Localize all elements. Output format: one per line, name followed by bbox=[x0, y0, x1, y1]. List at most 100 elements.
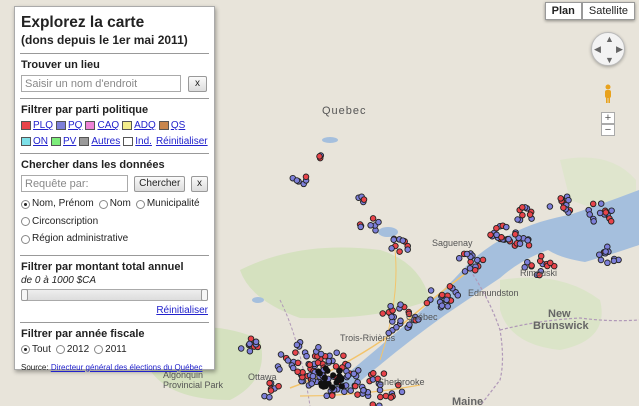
donation-marker[interactable] bbox=[344, 372, 352, 379]
place-input[interactable]: Saisir un nom d'endroit bbox=[21, 75, 181, 92]
party-filter-plq[interactable]: PLQ bbox=[21, 120, 53, 131]
donation-marker[interactable] bbox=[306, 361, 314, 368]
donation-marker[interactable] bbox=[284, 357, 292, 364]
donation-marker[interactable] bbox=[377, 393, 384, 401]
donation-marker[interactable] bbox=[315, 344, 322, 351]
party-filter-pq[interactable]: PQ bbox=[56, 120, 82, 131]
donation-marker[interactable] bbox=[589, 200, 597, 208]
party-label[interactable]: PV bbox=[63, 136, 76, 147]
donation-marker[interactable] bbox=[524, 258, 531, 266]
radio-button[interactable] bbox=[21, 217, 30, 226]
donation-marker[interactable] bbox=[560, 204, 567, 211]
radio-button[interactable] bbox=[21, 234, 30, 244]
donation-marker[interactable] bbox=[474, 256, 481, 264]
place-clear-button[interactable]: x bbox=[188, 75, 207, 92]
radio-button[interactable] bbox=[21, 199, 30, 209]
zoom-in-button[interactable]: + bbox=[601, 112, 615, 124]
party-label[interactable]: Ind. bbox=[135, 136, 152, 147]
donation-marker[interactable] bbox=[503, 223, 510, 231]
donation-marker[interactable] bbox=[344, 362, 352, 369]
amount-reset-link[interactable]: Réinitialiser bbox=[21, 305, 208, 316]
donation-marker[interactable] bbox=[321, 374, 328, 381]
donation-marker[interactable] bbox=[360, 387, 367, 394]
radio-option[interactable]: Nom, Prénom bbox=[21, 196, 94, 212]
donation-marker[interactable] bbox=[597, 256, 605, 264]
radio-option[interactable]: Région administrative bbox=[21, 231, 128, 247]
pan-up-icon[interactable]: ▲ bbox=[605, 34, 614, 44]
donation-marker[interactable] bbox=[596, 209, 604, 217]
donation-marker[interactable] bbox=[309, 372, 317, 380]
donation-marker[interactable] bbox=[323, 392, 330, 400]
amount-slider-max-handle[interactable] bbox=[201, 288, 208, 301]
radio-option[interactable]: 2011 bbox=[94, 344, 127, 355]
donation-marker[interactable] bbox=[607, 218, 615, 225]
donation-marker[interactable] bbox=[586, 211, 593, 218]
party-reset-link[interactable]: Réinitialiser bbox=[156, 136, 208, 147]
donation-marker[interactable] bbox=[493, 224, 500, 232]
donation-marker[interactable] bbox=[329, 384, 336, 391]
party-checkbox[interactable] bbox=[122, 121, 133, 130]
donation-marker[interactable] bbox=[602, 209, 610, 216]
donation-marker[interactable] bbox=[537, 252, 545, 260]
radio-option[interactable]: 2012 bbox=[55, 344, 89, 355]
party-filter-adq[interactable]: ADQ bbox=[122, 120, 156, 131]
donation-marker[interactable] bbox=[294, 368, 301, 375]
donation-marker[interactable] bbox=[479, 256, 487, 264]
party-label[interactable]: ADQ bbox=[134, 120, 156, 131]
donation-marker[interactable] bbox=[293, 341, 301, 349]
donation-marker[interactable] bbox=[325, 357, 333, 365]
donation-marker[interactable] bbox=[602, 248, 609, 255]
donation-marker[interactable] bbox=[565, 196, 572, 204]
donation-marker[interactable] bbox=[340, 352, 347, 359]
donation-marker[interactable] bbox=[292, 349, 299, 356]
donation-marker[interactable] bbox=[438, 302, 446, 309]
party-checkbox[interactable] bbox=[158, 121, 169, 130]
donation-marker[interactable] bbox=[590, 218, 597, 225]
donation-marker[interactable] bbox=[347, 387, 354, 394]
donation-marker[interactable] bbox=[354, 391, 361, 398]
donation-marker[interactable] bbox=[388, 313, 395, 321]
donation-marker[interactable] bbox=[388, 245, 395, 252]
donation-marker[interactable] bbox=[406, 321, 413, 328]
party-filter-ind[interactable]: Ind. bbox=[123, 136, 152, 147]
donation-marker[interactable] bbox=[397, 301, 404, 308]
donation-marker[interactable] bbox=[370, 370, 377, 377]
donation-marker[interactable] bbox=[316, 370, 323, 377]
donation-marker[interactable] bbox=[387, 302, 394, 310]
donation-marker[interactable] bbox=[330, 372, 337, 379]
donation-marker[interactable] bbox=[526, 211, 534, 218]
donation-marker[interactable] bbox=[393, 324, 400, 331]
donation-marker[interactable] bbox=[461, 268, 469, 275]
satellite-button[interactable]: Satellite bbox=[581, 2, 635, 20]
party-label[interactable]: Autres bbox=[91, 136, 120, 147]
donation-marker[interactable] bbox=[404, 246, 411, 253]
donation-marker[interactable] bbox=[546, 203, 554, 210]
radio-option[interactable]: Nom bbox=[98, 196, 131, 212]
donation-marker[interactable] bbox=[360, 196, 368, 203]
donation-marker[interactable] bbox=[610, 257, 618, 265]
donation-marker[interactable] bbox=[324, 367, 331, 374]
donation-marker[interactable] bbox=[237, 345, 245, 352]
donation-marker[interactable] bbox=[350, 370, 358, 378]
donation-marker[interactable] bbox=[399, 237, 407, 244]
radio-button[interactable] bbox=[21, 344, 30, 354]
party-filter-autres[interactable]: Autres bbox=[79, 136, 120, 147]
donation-marker[interactable] bbox=[333, 349, 340, 356]
donation-marker[interactable] bbox=[316, 153, 323, 160]
party-label[interactable]: CAQ bbox=[97, 120, 119, 131]
donation-marker[interactable] bbox=[398, 388, 406, 396]
pan-control[interactable]: ▲ ▼ ◀ ▶ bbox=[591, 32, 625, 66]
donation-marker[interactable] bbox=[387, 394, 395, 401]
pan-left-icon[interactable]: ◀ bbox=[594, 44, 601, 55]
donation-marker[interactable] bbox=[608, 207, 615, 214]
donation-marker[interactable] bbox=[357, 223, 364, 231]
pan-right-icon[interactable]: ▶ bbox=[616, 44, 623, 55]
donation-marker[interactable] bbox=[376, 386, 384, 394]
donation-marker[interactable] bbox=[519, 204, 526, 211]
donation-marker[interactable] bbox=[267, 387, 275, 394]
donation-marker[interactable] bbox=[302, 173, 310, 181]
street-view-pegman-icon[interactable] bbox=[603, 84, 613, 104]
search-clear-button[interactable]: x bbox=[191, 175, 208, 192]
donation-marker[interactable] bbox=[328, 392, 336, 399]
donation-marker[interactable] bbox=[308, 380, 315, 387]
